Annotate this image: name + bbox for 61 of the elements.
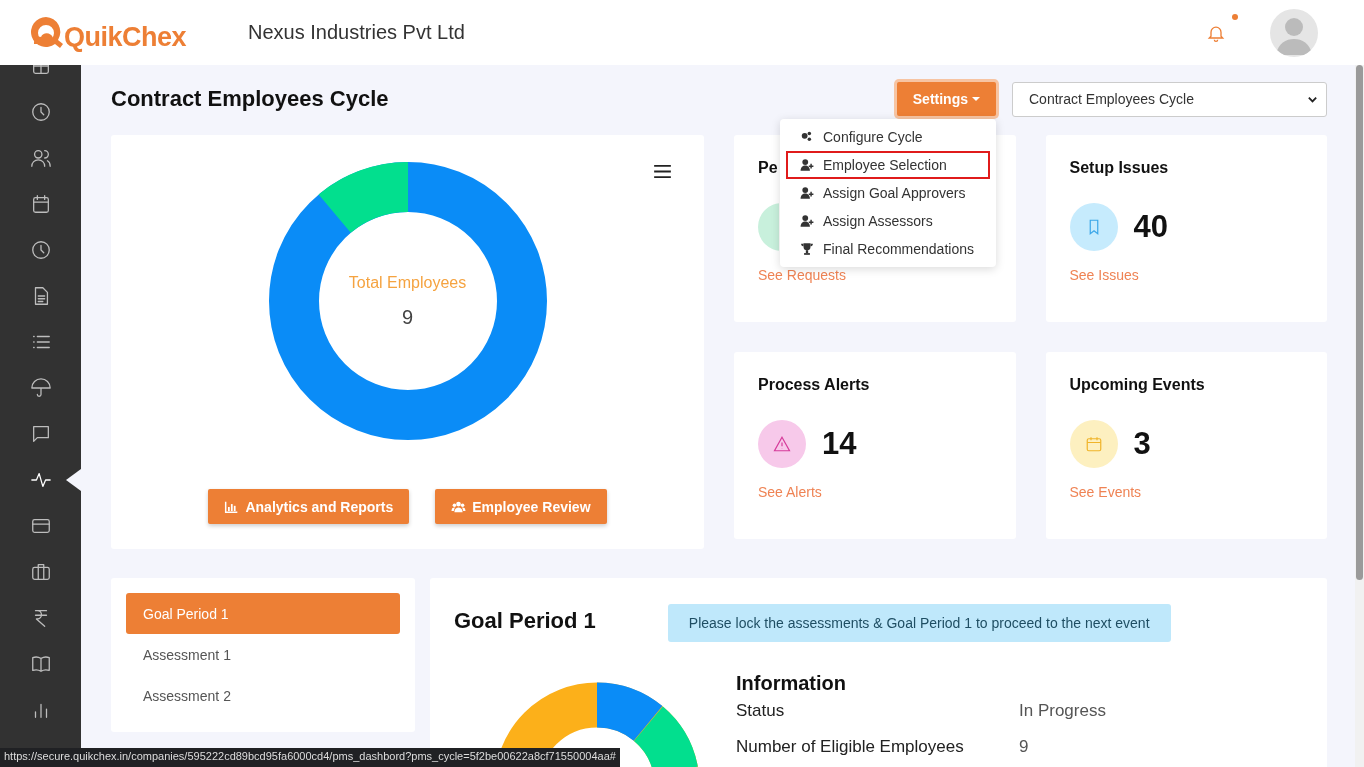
- stat-title: Process Alerts: [758, 376, 870, 394]
- menu-item-label: Assign Goal Approvers: [823, 185, 966, 201]
- user-plus-icon: [800, 214, 814, 228]
- users-icon: [451, 499, 467, 514]
- alerts-icon: [758, 420, 806, 468]
- field-value: In Progress: [1019, 701, 1106, 721]
- field-label: Number of Eligible Employees: [736, 737, 965, 757]
- settings-button[interactable]: Settings: [896, 82, 996, 116]
- page-title: Contract Employees Cycle: [111, 86, 389, 112]
- stat-title: Setup Issues: [1069, 159, 1169, 177]
- menu-item[interactable]: Employee Selection: [786, 151, 990, 179]
- stat-link[interactable]: See Issues: [1069, 267, 1303, 283]
- umbrella-icon[interactable]: [29, 377, 52, 399]
- bar-chart-icon: [224, 499, 240, 514]
- field-label: Status: [736, 701, 786, 721]
- briefcase-icon[interactable]: [29, 561, 52, 583]
- stat-value: 40: [1133, 209, 1168, 245]
- menu-item-label: Configure Cycle: [823, 129, 923, 145]
- stat-value: 14: [822, 426, 857, 462]
- menu-icon[interactable]: [654, 165, 671, 178]
- trophy-icon: [800, 242, 814, 256]
- goal-period-title: Goal Period 1: [454, 608, 596, 634]
- menu-item[interactable]: Assign Goal Approvers: [786, 179, 990, 207]
- logo[interactable]: QuikChex: [24, 12, 187, 53]
- status-url: https://secure.quikchex.in/companies/595222cd89bcd95fa6000cd4/pms_dashbord?pms_cycle=5f2be00622a8cf71550004aa#: [0, 748, 620, 767]
- company-name: Nexus Industries Pvt Ltd: [248, 21, 465, 44]
- period-item[interactable]: Goal Period 1: [126, 593, 400, 634]
- book-icon[interactable]: [29, 653, 52, 675]
- report-button[interactable]: Analytics and Reports: [208, 489, 410, 524]
- user-plus-icon: [800, 158, 814, 172]
- clock-icon[interactable]: [29, 101, 52, 123]
- active-pointer: [66, 469, 81, 491]
- menu-item-label: Final Recommendations: [823, 241, 974, 257]
- stat-title: Upcoming Events: [1069, 376, 1205, 394]
- information-heading: Information: [736, 672, 847, 695]
- period-item[interactable]: Assessment 1: [126, 634, 400, 675]
- scrollbar[interactable]: [1355, 65, 1364, 767]
- donut-center-value: 9: [401, 305, 414, 329]
- donut-center-label: Total Employees: [348, 273, 467, 292]
- stat-link[interactable]: See Requests: [758, 267, 992, 283]
- field-value: 9: [1019, 737, 1029, 757]
- period-item[interactable]: Assessment 2: [126, 675, 400, 716]
- menu-item-label: Assign Assessors: [823, 213, 933, 229]
- clock-icon[interactable]: [29, 239, 52, 261]
- menu-item[interactable]: Assign Assessors: [786, 207, 990, 235]
- notice-banner: Please lock the assessments & Goal Period 1 to proceed to the next event: [667, 604, 1171, 642]
- stat-link[interactable]: See Events: [1069, 484, 1303, 500]
- menu-item[interactable]: Configure Cycle: [786, 123, 990, 151]
- menu-item[interactable]: Final Recommendations: [786, 235, 990, 263]
- user-plus-icon: [800, 186, 814, 200]
- users-icon[interactable]: [29, 147, 52, 169]
- logo-text: QuikChex: [64, 21, 187, 53]
- stat-value: 3: [1133, 426, 1151, 462]
- stat-link[interactable]: See Alerts: [758, 484, 992, 500]
- events-icon: [1069, 420, 1118, 468]
- menu-item-label: Employee Selection: [823, 157, 947, 173]
- cycle-select[interactable]: Contract Employees Cycle: [1012, 81, 1327, 117]
- stat-title: Pe: [758, 159, 778, 177]
- report-button[interactable]: Employee Review: [435, 489, 607, 524]
- issues-icon: [1069, 203, 1118, 251]
- caret-icon: [972, 97, 980, 101]
